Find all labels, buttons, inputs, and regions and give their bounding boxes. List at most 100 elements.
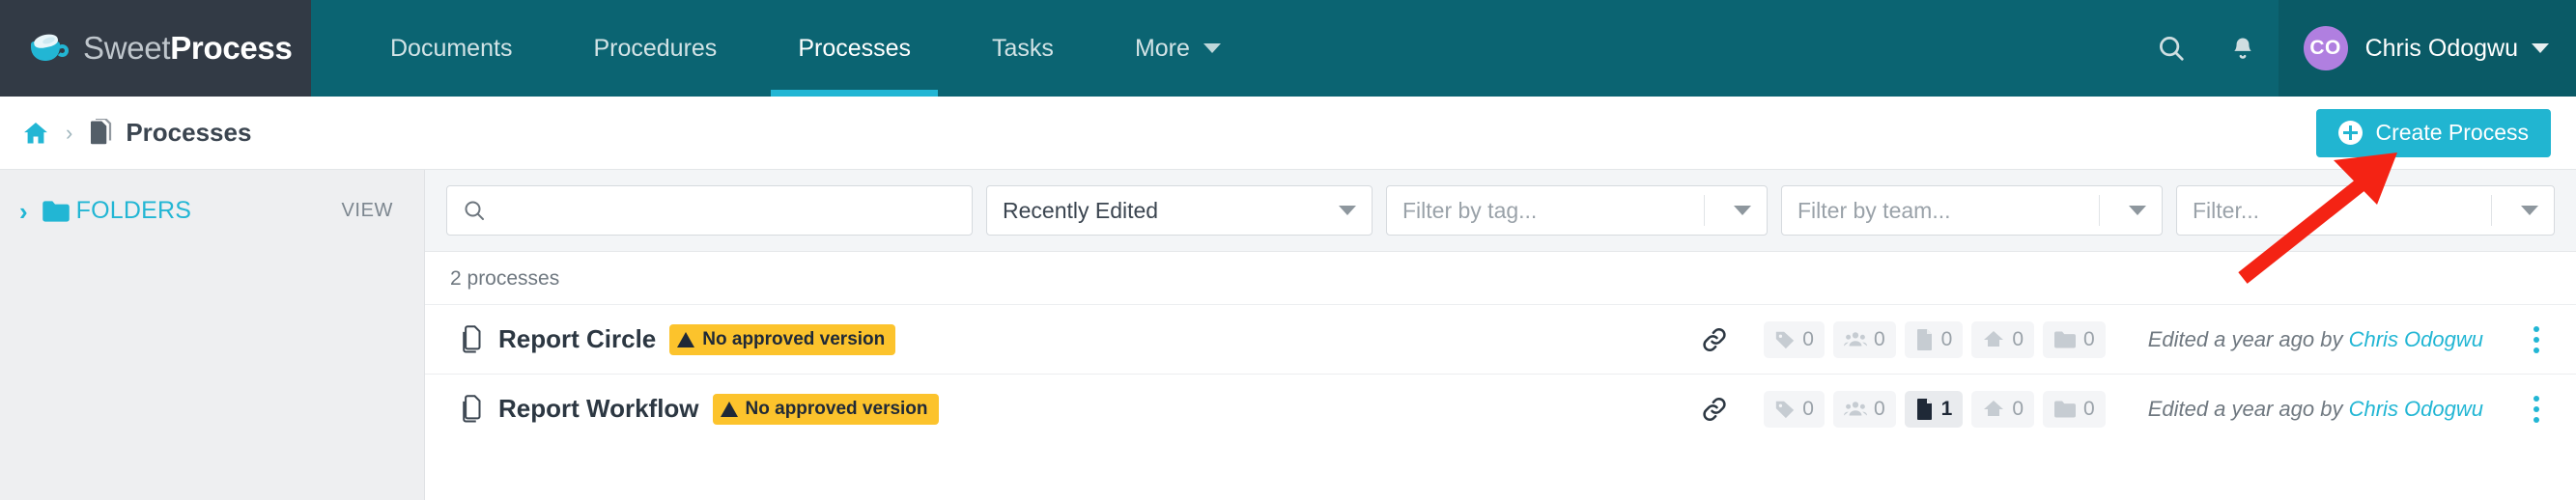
document-copy-icon [460, 394, 485, 424]
stat-folder-value: 0 [2083, 327, 2095, 350]
create-process-button[interactable]: Create Process [2316, 108, 2551, 157]
misc-filter-value: Filter... [2193, 197, 2260, 223]
tag-filter-select[interactable]: Filter by tag... [1386, 185, 1768, 236]
main-content: Recently Edited Filter by tag... Filter … [425, 170, 2576, 500]
team-filter-select[interactable]: Filter by team... [1781, 185, 2163, 236]
brand-name-thin: Sweet [83, 30, 171, 66]
row-stats: 0 0 0 0 0 [1764, 320, 2106, 358]
search-input-wrapper[interactable] [446, 185, 973, 236]
select-divider [1704, 195, 1705, 226]
chevron-down-icon [2129, 206, 2146, 215]
select-divider [2099, 195, 2100, 226]
team-filter-value: Filter by team... [1798, 197, 1951, 223]
nav-tab-more-label: More [1134, 34, 1190, 62]
row-title: Report Workflow [498, 394, 699, 423]
row-title: Report Circle [498, 324, 657, 353]
stat-file-value: 0 [1940, 327, 1953, 350]
warning-triangle-icon [677, 331, 695, 347]
nav-tab-more[interactable]: More [1094, 0, 1261, 97]
folder-icon [42, 200, 71, 223]
top-navigation-bar: SweetProcess Documents Procedures Proces… [0, 0, 2576, 97]
select-divider [2491, 195, 2492, 226]
nav-tab-tasks[interactable]: Tasks [951, 0, 1094, 97]
nav-tab-procedures-label: Procedures [593, 34, 718, 62]
table-row[interactable]: Report Workflow No approved version 0 0 [425, 374, 2576, 443]
kebab-menu-icon[interactable] [2522, 395, 2551, 423]
stat-upload[interactable]: 0 [1971, 390, 2034, 428]
nav-tabs: Documents Procedures Processes Tasks Mor… [311, 0, 2136, 97]
nav-tab-tasks-label: Tasks [992, 34, 1054, 62]
nav-tab-documents-label: Documents [390, 34, 513, 62]
status-badge: No approved version [712, 393, 939, 425]
stat-tag[interactable]: 0 [1764, 390, 1825, 428]
warning-triangle-icon [720, 401, 738, 417]
row-edited-author[interactable]: Chris Odogwu [2349, 397, 2483, 421]
stat-teams-value: 0 [1873, 397, 1885, 420]
chevron-down-icon [1339, 206, 1356, 215]
status-badge-label: No approved version [745, 398, 928, 419]
nav-tab-documents[interactable]: Documents [350, 0, 552, 97]
home-icon[interactable] [21, 120, 50, 147]
result-count: 2 processes [450, 267, 560, 290]
search-icon [463, 199, 486, 222]
stat-folder[interactable]: 0 [2043, 390, 2106, 428]
stat-teams-value: 0 [1873, 327, 1885, 350]
breadcrumb: › Processes [21, 118, 251, 148]
stat-tag[interactable]: 0 [1764, 320, 1825, 358]
user-menu[interactable]: CO Chris Odogwu [2278, 0, 2576, 97]
brand-name-bold: Process [170, 30, 293, 66]
stat-tag-value: 0 [1802, 397, 1814, 420]
document-copy-icon [460, 324, 485, 354]
sidebar-folders-label: FOLDERS [75, 197, 192, 224]
row-edited-info: Edited a year ago by Chris Odogwu [2148, 397, 2483, 422]
nav-tab-processes[interactable]: Processes [757, 0, 951, 97]
search-icon[interactable] [2136, 0, 2207, 97]
page-body: › FOLDERS VIEW Recently Edited Filter by… [0, 170, 2576, 500]
row-edited-prefix: Edited a year ago by [2147, 396, 2349, 421]
breadcrumb-separator: › [66, 120, 73, 145]
link-icon[interactable] [1700, 395, 1729, 424]
misc-filter-select[interactable]: Filter... [2176, 185, 2555, 236]
status-badge-label: No approved version [702, 328, 886, 349]
row-edited-prefix: Edited a year ago by [2147, 326, 2349, 351]
kebab-menu-icon[interactable] [2522, 325, 2551, 353]
filter-toolbar: Recently Edited Filter by tag... Filter … [425, 170, 2576, 252]
avatar: CO [2303, 26, 2348, 70]
chevron-down-icon [1203, 43, 1221, 53]
search-input[interactable] [495, 196, 956, 225]
coffee-cup-icon [29, 30, 71, 67]
chevron-down-icon [2521, 206, 2538, 215]
stat-folder[interactable]: 0 [2043, 320, 2106, 358]
link-icon[interactable] [1700, 325, 1729, 354]
nav-tab-procedures[interactable]: Procedures [552, 0, 757, 97]
user-name: Chris Odogwu [2364, 34, 2518, 62]
sort-select[interactable]: Recently Edited [986, 185, 1373, 236]
row-edited-author[interactable]: Chris Odogwu [2349, 327, 2483, 351]
stat-file[interactable]: 1 [1904, 390, 1964, 428]
nav-right-group: CO Chris Odogwu [2136, 0, 2576, 97]
table-row[interactable]: Report Circle No approved version 0 0 0 … [425, 304, 2576, 374]
page-title: Processes [126, 118, 252, 147]
sidebar-folders-section[interactable]: › FOLDERS VIEW [19, 197, 393, 225]
stat-upload-value: 0 [2012, 397, 2024, 420]
stat-upload[interactable]: 0 [1971, 320, 2034, 358]
brand-logo[interactable]: SweetProcess [0, 0, 311, 97]
chevron-right-icon: › [19, 196, 28, 226]
sidebar-view-link[interactable]: VIEW [341, 200, 393, 222]
tag-filter-value: Filter by tag... [1402, 197, 1538, 223]
bell-icon[interactable] [2207, 0, 2279, 97]
row-stats: 0 0 1 0 0 [1764, 390, 2106, 428]
sort-select-value: Recently Edited [1003, 197, 1159, 223]
row-edited-info: Edited a year ago by Chris Odogwu [2148, 327, 2483, 352]
plus-circle-icon [2338, 121, 2364, 145]
status-badge: No approved version [669, 323, 896, 355]
stat-teams[interactable]: 0 [1832, 390, 1896, 428]
stat-folder-value: 0 [2083, 397, 2095, 420]
chevron-down-icon [1734, 206, 1751, 215]
breadcrumb-bar: › Processes Create Process [0, 97, 2576, 170]
chevron-down-icon [2532, 43, 2549, 53]
stat-upload-value: 0 [2012, 327, 2024, 350]
stat-teams[interactable]: 0 [1832, 320, 1896, 358]
stat-file[interactable]: 0 [1904, 320, 1964, 358]
stat-file-value: 1 [1940, 397, 1953, 420]
